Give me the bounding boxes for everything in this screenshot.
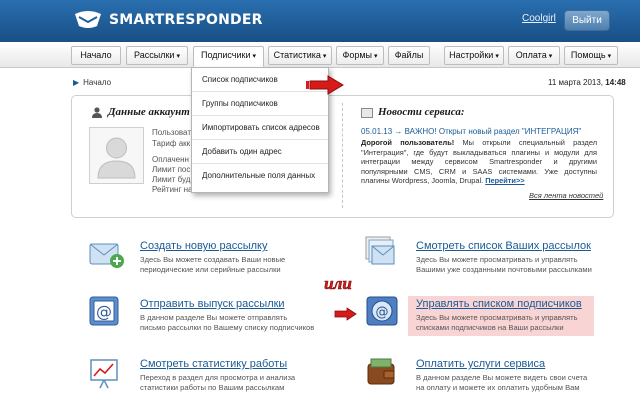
wallet-icon <box>367 358 395 385</box>
nav-item-settings[interactable]: Настройки ▾ <box>444 46 504 65</box>
nav-item-label: Подписчики <box>200 50 251 60</box>
nav-item-label: Формы <box>342 50 372 60</box>
top-header: SMARTRESPONDER Coolgirl Выйти <box>0 0 640 42</box>
pay-services-desc-1: В данном разделе Вы можете видеть свои с… <box>416 373 588 382</box>
nav-item-label: Оплата <box>515 50 547 60</box>
breadcrumb-arrow-icon: ▶ <box>73 78 80 87</box>
breadcrumb: ▶ Начало <box>73 78 111 87</box>
account-info-line: Тариф акк <box>152 139 191 148</box>
account-info-line: Лимит буд <box>152 175 191 184</box>
nav-item-payment[interactable]: Оплата ▾ <box>508 46 560 65</box>
username-link[interactable]: Coolgirl <box>522 13 556 24</box>
ili-annotation: или <box>324 274 352 294</box>
chevron-down-icon: ▾ <box>176 53 180 60</box>
create-mailing-desc-1: Здесь Вы можете создавать Ваши новые <box>140 255 286 264</box>
create-mailing-desc-2: периодические или серийные рассылки <box>140 265 281 274</box>
nav-item-home[interactable]: Начало <box>71 46 121 65</box>
chevron-down-icon: ▾ <box>374 53 378 60</box>
create-mailing-icon <box>89 243 124 268</box>
account-info-line: Рейтинг на <box>152 185 193 194</box>
mailings-list-icon <box>365 236 395 265</box>
logo-text: SMARTRESPONDER <box>109 12 263 28</box>
nav-item-label: Рассылки <box>134 50 175 60</box>
create-mailing-link[interactable]: Создать новую рассылку <box>140 240 267 252</box>
view-mailings-desc-1: Здесь Вы можете просматривать и управлят… <box>416 255 578 264</box>
svg-text:@: @ <box>376 305 389 320</box>
news-greeting: Дорогой пользователь! <box>361 138 455 147</box>
view-stats-desc-1: Переход в раздел для просмотра и анализа <box>140 373 296 382</box>
logo-envelope-icon <box>75 11 101 28</box>
chevron-down-icon: ▾ <box>548 53 553 60</box>
red-pointer-arrow-small-icon <box>334 307 357 321</box>
chevron-down-icon: ▾ <box>322 53 327 60</box>
nav-item-stats[interactable]: Статистика ▾ <box>268 46 332 65</box>
manage-subscribers-desc-2: списками подписчиков на Ваши рассылки <box>416 323 564 332</box>
chevron-down-icon: ▾ <box>495 53 499 60</box>
news-more-link[interactable]: Перейти>> <box>485 176 524 185</box>
news-title: Новости сервиса: <box>378 106 465 118</box>
nav-item-help[interactable]: Помощь ▾ <box>564 46 618 65</box>
svg-text:@: @ <box>96 302 112 321</box>
account-info-line: Оплаченн <box>152 155 189 164</box>
chevron-down-icon: ▾ <box>607 53 612 60</box>
news-item-header[interactable]: 05.01.13 → ВАЖНО! Открыт новый раздел "И… <box>361 127 581 136</box>
user-icon <box>92 107 102 118</box>
main-nav: Начало Рассылки ▾ Подписчики ▾ Статистика ▾… <box>0 42 640 68</box>
manage-subscribers-link[interactable]: Управлять списком подписчиков <box>416 298 582 310</box>
manage-subscribers-desc-1: Здесь Вы можете просматривать и управлят… <box>416 313 578 322</box>
account-title: Данные аккаунт <box>108 106 190 118</box>
arrow-right-icon: → <box>394 127 403 136</box>
pay-services-link[interactable]: Оплатить услуги сервиса <box>416 358 545 370</box>
news-headline[interactable]: ВАЖНО! Открыт новый раздел "ИНТЕГРАЦИЯ" <box>405 127 582 136</box>
statistics-icon <box>90 359 118 389</box>
nav-item-label: Файлы <box>394 50 424 60</box>
nav-item-label: Помощь <box>570 50 606 60</box>
ili-text: или <box>324 274 352 293</box>
menu-item-import-addresses[interactable]: Импортировать список адресов <box>192 116 328 140</box>
nav-item-mailings[interactable]: Рассылки ▾ <box>126 46 188 65</box>
newspaper-icon <box>361 108 373 118</box>
page: SMARTRESPONDER Coolgirl Выйти Начало Рас… <box>0 0 640 420</box>
chevron-down-icon: ▾ <box>252 53 257 60</box>
panel-divider <box>342 103 343 208</box>
breadcrumb-home[interactable]: Начало <box>83 78 111 87</box>
current-date: 11 марта 2013, <box>548 78 604 87</box>
nav-item-label: Начало <box>80 50 112 60</box>
logout-button[interactable]: Выйти <box>564 10 610 31</box>
view-mailings-desc-2: Вашими уже созданными почтовыми рассылка… <box>416 265 592 274</box>
nav-item-label: Статистика <box>273 50 321 60</box>
send-issue-icon: @ <box>89 296 119 326</box>
news-date: 05.01.13 <box>361 127 393 136</box>
pay-services-desc-2: на оплату и можете их оплатить удобным В… <box>416 383 580 392</box>
nav-item-forms[interactable]: Формы ▾ <box>336 46 384 65</box>
news-body: Дорогой пользователь! Мы открыли специал… <box>361 138 597 186</box>
view-mailings-link[interactable]: Смотреть список Ваших рассылок <box>416 240 591 252</box>
menu-item-add-address[interactable]: Добавить один адрес <box>192 140 328 164</box>
all-news-link[interactable]: Вся лента новостей <box>529 191 603 200</box>
view-stats-link[interactable]: Смотреть статистику работы <box>140 358 287 370</box>
nav-item-subscribers[interactable]: Подписчики ▾ <box>193 46 264 67</box>
menu-item-extra-fields[interactable]: Дополнительные поля данных <box>192 164 328 188</box>
view-stats-desc-2: статистики работы по Вашим рассылкам <box>140 383 285 392</box>
account-info-line: Лимит пос <box>152 165 191 174</box>
send-issue-desc-1: В данном разделе Вы можете отправлять <box>140 313 288 322</box>
current-datetime: 11 марта 2013, 14:48 <box>548 78 626 87</box>
nav-item-files[interactable]: Файлы <box>388 46 430 65</box>
avatar <box>89 127 144 184</box>
red-pointer-arrow-icon <box>306 75 344 95</box>
send-issue-link[interactable]: Отправить выпуск рассылки <box>140 298 285 310</box>
account-info-line: Пользоват <box>152 128 191 137</box>
send-issue-desc-2: письмо рассылки по Вашему списку подписч… <box>140 323 315 332</box>
manage-subscribers-icon: @ <box>366 296 398 326</box>
current-time: 14:48 <box>605 78 626 87</box>
avatar-placeholder-icon <box>97 137 136 179</box>
nav-item-label: Настройки <box>449 50 494 60</box>
logo[interactable]: SMARTRESPONDER <box>73 9 263 31</box>
